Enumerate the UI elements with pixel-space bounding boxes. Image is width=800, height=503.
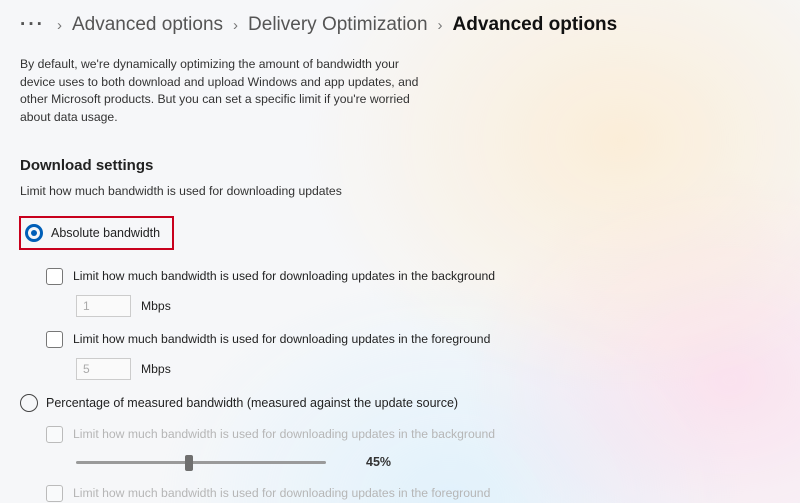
checkbox-limit-fg-percentage[interactable]: Limit how much bandwidth is used for dow… — [46, 485, 780, 502]
chevron-right-icon: › — [57, 17, 62, 34]
input-bg-absolute-row: 1 Mbps — [76, 295, 780, 317]
checkbox-limit-fg-absolute-label: Limit how much bandwidth is used for dow… — [73, 332, 490, 346]
download-settings-heading: Download settings — [20, 157, 780, 174]
checkbox-icon — [46, 331, 63, 348]
checkbox-limit-bg-percentage-label: Limit how much bandwidth is used for dow… — [73, 427, 495, 441]
input-fg-absolute-unit: Mbps — [141, 362, 171, 376]
breadcrumb-overflow-icon[interactable]: ··· — [20, 14, 45, 36]
chevron-right-icon: › — [438, 17, 443, 34]
checkbox-icon — [46, 426, 63, 443]
slider-bg-percentage-value: 45% — [366, 455, 391, 469]
slider-track-icon — [76, 461, 326, 464]
input-bg-absolute-unit: Mbps — [141, 299, 171, 313]
slider-thumb-icon — [185, 455, 193, 471]
checkbox-icon — [46, 268, 63, 285]
radio-icon — [20, 394, 38, 412]
input-bg-absolute[interactable]: 1 — [76, 295, 131, 317]
checkbox-limit-bg-absolute[interactable]: Limit how much bandwidth is used for dow… — [46, 268, 780, 285]
checkbox-limit-fg-percentage-label: Limit how much bandwidth is used for dow… — [73, 486, 490, 500]
input-fg-absolute-row: 5 Mbps — [76, 358, 780, 380]
checkbox-limit-fg-absolute[interactable]: Limit how much bandwidth is used for dow… — [46, 331, 780, 348]
checkbox-limit-bg-absolute-label: Limit how much bandwidth is used for dow… — [73, 269, 495, 283]
breadcrumb-advanced-options-1[interactable]: Advanced options — [72, 14, 223, 36]
checkbox-icon — [46, 485, 63, 502]
radio-percentage-bandwidth[interactable]: Percentage of measured bandwidth (measur… — [20, 394, 780, 412]
radio-percentage-bandwidth-label: Percentage of measured bandwidth (measur… — [46, 396, 458, 410]
radio-absolute-bandwidth-label: Absolute bandwidth — [51, 226, 160, 240]
radio-absolute-bandwidth[interactable]: Absolute bandwidth — [19, 216, 174, 250]
slider-bg-percentage-row: 45% — [76, 453, 780, 471]
chevron-right-icon: › — [233, 17, 238, 34]
breadcrumb-delivery-optimization[interactable]: Delivery Optimization — [248, 14, 428, 36]
input-fg-absolute[interactable]: 5 — [76, 358, 131, 380]
breadcrumb: ··· › Advanced options › Delivery Optimi… — [20, 14, 780, 36]
checkbox-limit-bg-percentage[interactable]: Limit how much bandwidth is used for dow… — [46, 426, 780, 443]
download-settings-subheading: Limit how much bandwidth is used for dow… — [20, 184, 780, 198]
radio-icon — [25, 224, 43, 242]
page-description: By default, we're dynamically optimizing… — [20, 56, 420, 127]
slider-bg-percentage[interactable] — [76, 453, 326, 471]
breadcrumb-advanced-options-2: Advanced options — [453, 14, 618, 36]
